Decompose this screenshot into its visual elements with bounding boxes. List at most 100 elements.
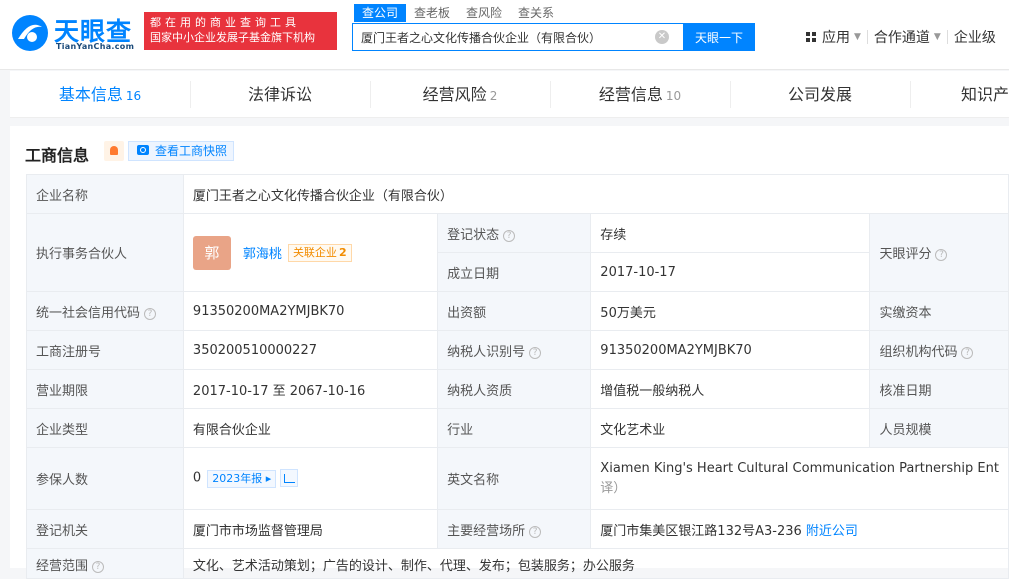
top-header: 天眼查 TianYanCha.com 都在用的商业查询工具 国家中小企业发展子基…	[0, 0, 1009, 70]
taxpayer-id-label: 纳税人识别号?	[437, 330, 592, 370]
snapshot-button[interactable]: 查看工商快照	[128, 141, 235, 161]
nearby-companies-link[interactable]: 附近公司	[806, 524, 858, 539]
table-row: 营业期限 2017-10-17 至 2067-10-16 纳税人资质 增值税一般…	[26, 369, 1009, 409]
english-name-cell: Xiamen King's Heart Cultural Communicati…	[590, 447, 1009, 510]
partner-label: 执行事务合伙人	[26, 213, 184, 292]
related-count: 2	[338, 245, 347, 259]
help-icon[interactable]: ?	[529, 346, 542, 359]
insured-label: 参保人数	[26, 447, 184, 510]
reg-no-label: 工商注册号	[26, 330, 184, 370]
search-tab-boss[interactable]: 查老板	[406, 4, 458, 22]
section-title: 工商信息	[25, 146, 90, 165]
tab-operation[interactable]: 经营信息 10	[550, 71, 730, 118]
nav-partners[interactable]: 合作通道 ▼	[868, 28, 947, 46]
chevron-down-icon: ▼	[933, 32, 941, 42]
address-value: 厦门市集美区银江路132号A3-236	[600, 523, 802, 539]
slogan-banner: 都在用的商业查询工具 国家中小企业发展子基金旗下机构	[144, 12, 337, 50]
nav-apps[interactable]: 应用 ▼	[800, 28, 867, 46]
avatar[interactable]: 郭	[192, 235, 231, 270]
partner-name-link[interactable]: 郭海桃	[243, 247, 282, 262]
bell-icon[interactable]	[104, 141, 124, 161]
search-button[interactable]: 天眼一下	[683, 23, 755, 51]
credit-code-label: 统一社会信用代码?	[26, 291, 184, 331]
search-tab-relation[interactable]: 查关系	[510, 4, 562, 22]
org-code-label: 组织机构代码?	[869, 330, 1009, 370]
insured-value: 0	[192, 470, 202, 486]
type-label: 企业类型	[26, 408, 184, 448]
partner-cell: 郭郭海桃 关联企业 2	[182, 213, 439, 292]
reg-no-value: 350200510000227	[182, 330, 439, 370]
tab-development[interactable]: 公司发展	[730, 71, 910, 118]
tab-label: 基本信息	[58, 85, 123, 104]
slogan-line-2: 国家中小企业发展子基金旗下机构	[150, 31, 315, 44]
term-label: 营业期限	[26, 369, 184, 409]
related-companies-badge[interactable]: 关联企业 2	[287, 243, 352, 262]
business-info-panel: 工商信息 查看工商快照 企业名称 厦门王者之心文化传播合伙企业（有限合伙） 执行…	[10, 126, 1009, 579]
related-label: 关联企业	[292, 245, 337, 259]
help-icon[interactable]: ?	[92, 561, 105, 573]
nav-partners-label: 合作通道	[873, 30, 930, 46]
nav-apps-label: 应用	[822, 30, 850, 46]
address-label: 主要经营场所?	[437, 509, 592, 549]
tab-count: 10	[665, 89, 682, 103]
nav-enterprise[interactable]: 企业级	[948, 28, 1002, 46]
nav-enterprise-label: 企业级	[953, 30, 996, 46]
scope-value: 文化、艺术活动策划；广告的设计、制作、代理、发布；包装服务；办公服务	[182, 548, 1009, 579]
english-name-value: Xiamen King's Heart Cultural Communicati…	[600, 460, 999, 476]
search-tab-risk[interactable]: 查风险	[458, 4, 510, 22]
logo[interactable]: 天眼查 TianYanCha.com	[10, 10, 140, 58]
header-nav: 应用 ▼ 合作通道 ▼ 企业级	[800, 28, 1002, 46]
tab-count: 2	[489, 89, 498, 103]
table-row: 参保人数 0 2023年报 ▸ 英文名称 Xiamen King's Heart …	[26, 447, 1009, 510]
tab-count: 16	[125, 89, 142, 103]
tab-ip[interactable]: 知识产	[910, 71, 1009, 118]
capital-label: 出资额	[437, 291, 592, 331]
section-tabs: 基本信息 16 法律诉讼 经营风险 2 经营信息 10 公司发展 知识产	[10, 71, 1009, 118]
camera-icon	[137, 145, 149, 155]
industry-value: 文化艺术业	[590, 408, 871, 448]
help-icon[interactable]: ?	[935, 249, 948, 261]
business-info-table: 企业名称 厦门王者之心文化传播合伙企业（有限合伙） 执行事务合伙人 郭郭海桃 关联…	[26, 174, 1009, 579]
paid-capital-label: 实缴资本	[869, 291, 1009, 331]
staff-size-label: 人员规模	[869, 408, 1009, 448]
table-row: 执行事务合伙人 郭郭海桃 关联企业 2 登记状态? 存续 天眼评分?	[26, 213, 1009, 292]
scope-label: 经营范围?	[26, 548, 184, 579]
tab-label: 知识产	[960, 85, 1009, 104]
type-value: 有限合伙企业	[182, 408, 439, 448]
table-row: 企业类型 有限合伙企业 行业 文化艺术业 人员规模	[26, 408, 1009, 448]
help-icon[interactable]: ?	[961, 346, 974, 359]
tab-basic-info[interactable]: 基本信息 16	[10, 71, 190, 118]
help-icon[interactable]: ?	[503, 229, 516, 242]
table-row: 工商注册号 350200510000227 纳税人识别号? 91350200MA…	[26, 330, 1009, 370]
tab-label: 公司发展	[787, 85, 852, 104]
clear-icon[interactable]: ✕	[655, 30, 669, 44]
search-box: ✕ 天眼一下	[352, 23, 755, 51]
score-label: 天眼评分?	[869, 213, 1009, 292]
search-input[interactable]	[353, 24, 683, 50]
status-value: 存续	[590, 213, 871, 253]
taxpayer-type-label: 纳税人资质	[437, 369, 592, 409]
chart-icon[interactable]	[280, 469, 299, 488]
grid-icon	[806, 31, 817, 43]
english-name-label: 英文名称	[437, 447, 592, 510]
insured-cell: 0 2023年报 ▸	[182, 447, 439, 510]
authority-value: 厦门市市场监督管理局	[182, 509, 439, 549]
company-name-label: 企业名称	[26, 174, 184, 214]
search-tab-company[interactable]: 查公司	[354, 4, 407, 22]
help-icon[interactable]: ?	[144, 307, 157, 320]
chevron-down-icon: ▼	[854, 32, 861, 42]
approve-date-label: 核准日期	[869, 369, 1009, 409]
tab-legal[interactable]: 法律诉讼	[190, 71, 370, 118]
annual-report-badge[interactable]: 2023年报 ▸	[207, 469, 277, 488]
logo-domain: TianYanCha.com	[56, 42, 135, 51]
founded-value: 2017-10-17	[590, 252, 871, 292]
help-icon[interactable]: ?	[529, 525, 542, 538]
snapshot-label: 查看工商快照	[155, 144, 228, 158]
table-row: 登记机关 厦门市市场监督管理局 主要经营场所? 厦门市集美区银江路132号A3-…	[26, 509, 1009, 549]
credit-code-value: 91350200MA2YMJBK70	[182, 291, 439, 331]
capital-value: 50万美元	[590, 291, 871, 331]
table-row: 企业名称 厦门王者之心文化传播合伙企业（有限合伙）	[26, 174, 1009, 214]
tab-risk[interactable]: 经营风险 2	[370, 71, 550, 118]
founded-label: 成立日期	[437, 252, 592, 292]
table-row: 统一社会信用代码? 91350200MA2YMJBK70 出资额 50万美元 实…	[26, 291, 1009, 331]
